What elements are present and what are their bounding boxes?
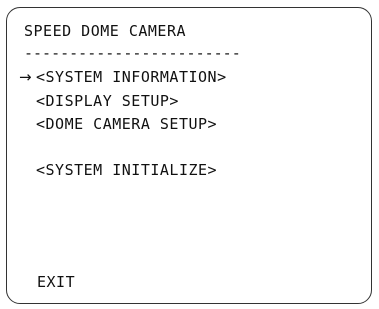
menu-title: SPEED DOME CAMERA bbox=[24, 22, 187, 40]
exit-menu-item[interactable]: EXIT bbox=[37, 274, 75, 291]
menu-item-system-information[interactable]: <SYSTEM INFORMATION> bbox=[36, 69, 227, 86]
menu-item-dome-camera-setup[interactable]: <DOME CAMERA SETUP> bbox=[36, 116, 217, 133]
menu-item-system-initialize[interactable]: <SYSTEM INITIALIZE> bbox=[36, 162, 217, 179]
title-separator: ------------------------ bbox=[24, 44, 241, 62]
selection-cursor-arrow-icon: → bbox=[19, 68, 32, 86]
menu-item-display-setup[interactable]: <DISPLAY SETUP> bbox=[36, 93, 179, 110]
